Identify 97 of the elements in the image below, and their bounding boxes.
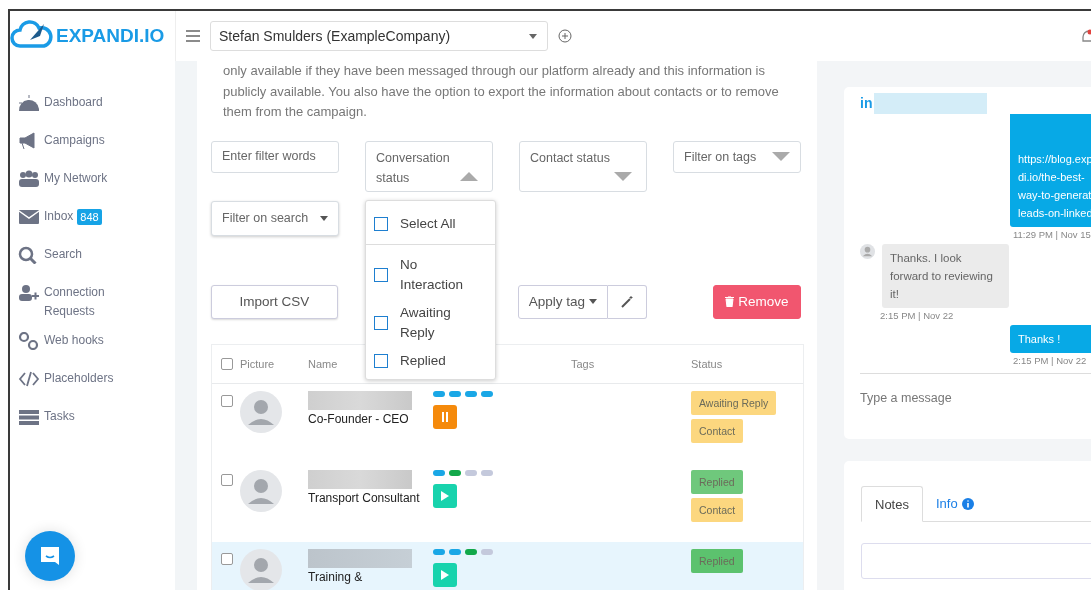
sidebar-label: Placeholders — [44, 370, 114, 387]
bell-icon[interactable] — [1081, 28, 1091, 44]
column-header: Tags — [571, 357, 595, 370]
magic-wand-icon — [621, 295, 633, 308]
tags-filter-select[interactable]: Filter on tags — [673, 140, 801, 173]
envelope-icon — [18, 208, 40, 226]
caret-icon — [529, 33, 537, 39]
filter-words-field[interactable]: Enter filter words — [211, 140, 339, 173]
table-row[interactable]: Co-Founder - CEO Awaiting Reply Contact — [212, 383, 803, 463]
status-option[interactable]: Awaiting Reply — [366, 298, 495, 347]
checkbox[interactable] — [374, 315, 388, 330]
sidebar-label: My Network — [44, 170, 108, 187]
play-icon — [441, 490, 449, 501]
note-input-field[interactable] — [861, 543, 1091, 579]
job-title: Training & — [308, 569, 364, 584]
checkbox[interactable] — [221, 394, 233, 407]
caret-down-icon — [772, 152, 790, 161]
count-badge: 848 — [77, 209, 102, 225]
sidebar-label: Web hooks — [44, 332, 104, 349]
column-header: Status — [691, 357, 723, 370]
status-option[interactable]: Replied — [366, 346, 495, 375]
sidebar-item[interactable]: Dashboard — [10, 83, 160, 121]
brand-name: EXPANDI.IO — [56, 25, 165, 47]
sidebar-label: Tasks — [44, 408, 75, 425]
search-filter-dropdown[interactable]: Filter on search — [211, 200, 339, 236]
column-header: Name — [308, 357, 338, 370]
status-tag: Awaiting Reply — [691, 390, 777, 415]
sidebar-label: Dashboard — [44, 94, 103, 111]
message-input[interactable]: Type a message — [860, 373, 1091, 429]
table-row[interactable]: Transport Consultant Replied Contact — [212, 462, 803, 542]
pause-button[interactable] — [433, 404, 457, 429]
sidebar-item[interactable]: Connection Requests — [10, 273, 160, 321]
conversation-status-select[interactable]: Conversation status — [365, 140, 493, 192]
message-time: 2:15 PM | Nov 22 — [879, 310, 955, 321]
job-title: Transport Consultant — [308, 490, 421, 505]
caret-icon — [320, 215, 328, 221]
checkbox[interactable] — [374, 267, 388, 282]
tasks-icon — [18, 408, 40, 426]
chat-launcher-button[interactable] — [25, 531, 75, 581]
contact-status-select[interactable]: Contact status — [519, 140, 647, 192]
checkbox[interactable] — [221, 357, 233, 370]
sidebar-label: Campaigns — [44, 132, 105, 149]
apply-tag-button[interactable]: Apply tag — [518, 284, 608, 319]
avatar-icon — [860, 244, 875, 259]
user-plus-icon — [18, 284, 40, 302]
job-title: Co-Founder - CEO — [308, 411, 410, 426]
checkbox[interactable] — [221, 473, 233, 486]
menu-icon[interactable] — [186, 30, 200, 42]
link-icon — [18, 332, 40, 350]
status-tag: Contact — [691, 497, 744, 522]
intro-paragraph: only available if they have been messaged through our platform already and this information is publicly available. You also have the option to export the information about contacts or to remove them from the campaign. — [223, 62, 780, 121]
import-csv-button[interactable]: Import CSV — [211, 284, 338, 319]
status-tag: Contact — [691, 418, 744, 443]
sidebar-item[interactable]: Inbox 848 — [10, 197, 160, 235]
add-icon[interactable] — [558, 29, 572, 43]
sidebar-label: Search — [44, 246, 83, 263]
play-icon — [441, 569, 449, 580]
sidebar-item[interactable]: Placeholders — [10, 359, 160, 397]
sidebar-label: Inbox — [44, 208, 74, 225]
linkedin-logo: in — [860, 95, 873, 111]
sidebar-label: Connection Requests — [44, 284, 106, 320]
status-tag: Replied — [691, 469, 743, 494]
caret-icon — [589, 299, 598, 304]
message-time: 2:15 PM | Nov 22 — [1012, 355, 1088, 366]
chat-bubble-icon — [38, 544, 62, 568]
checkbox[interactable] — [374, 353, 388, 368]
magic-wand-button[interactable] — [608, 284, 647, 319]
sidebar-item[interactable]: Tasks — [10, 397, 160, 435]
play-button[interactable] — [433, 483, 457, 508]
avatar-icon — [240, 469, 282, 512]
table-row[interactable]: Training & Replied — [212, 541, 803, 590]
message-time: 11:29 PM | Nov 15 — [1012, 229, 1091, 240]
tab[interactable]: Info — [922, 486, 987, 521]
checkbox[interactable] — [221, 552, 233, 565]
avatar-icon — [240, 390, 282, 433]
sidebar-item[interactable]: Campaigns — [10, 121, 160, 159]
status-tag: Replied — [691, 548, 743, 573]
avatar-icon — [240, 548, 282, 590]
sidebar-item[interactable]: My Network — [10, 159, 160, 197]
remove-button[interactable]: Remove — [713, 284, 801, 319]
sidebar-item[interactable]: Search — [10, 235, 160, 273]
column-header: Picture — [240, 357, 275, 370]
checkbox[interactable] — [374, 216, 388, 231]
message-bubble: Thanks ! — [1010, 325, 1091, 353]
trash-icon — [725, 296, 735, 307]
play-button[interactable] — [433, 562, 457, 587]
account-select[interactable]: Stefan Smulders (ExampleCompany) — [210, 21, 548, 51]
code-icon — [18, 370, 40, 388]
select-all-option[interactable]: Select All — [366, 204, 495, 245]
info-icon — [961, 497, 974, 510]
message-bubble: Thanks. I look forward to reviewing it! — [882, 244, 1009, 308]
dashboard-icon — [18, 94, 40, 112]
people-icon — [18, 170, 40, 188]
status-option[interactable]: No Interaction — [366, 250, 495, 299]
sidebar-item[interactable]: Web hooks — [10, 321, 160, 359]
pause-icon — [442, 411, 448, 422]
tab[interactable]: Notes — [861, 486, 923, 522]
